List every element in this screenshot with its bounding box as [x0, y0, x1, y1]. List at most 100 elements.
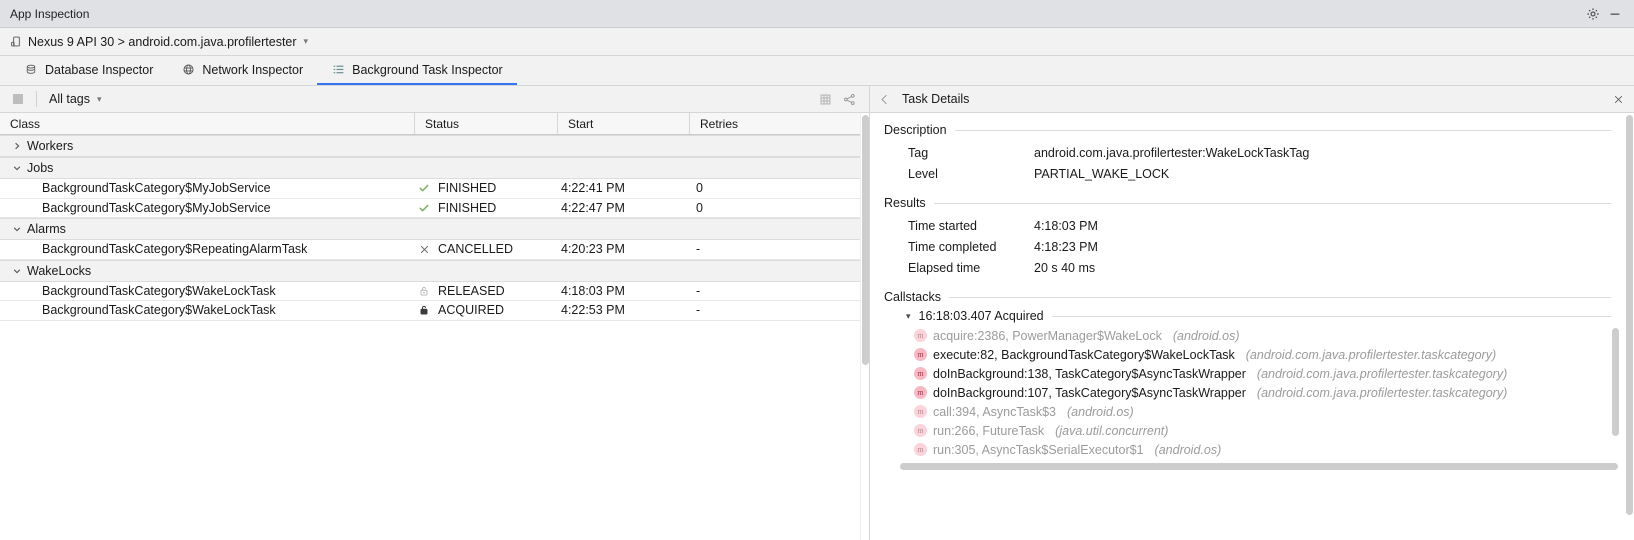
detail-row-tag: Tag android.com.java.profilertester:Wake…: [884, 142, 1611, 163]
table-group-row-wakelocks[interactable]: WakeLocks: [0, 260, 860, 282]
minimize-icon[interactable]: [1604, 3, 1626, 25]
chevron-down-icon[interactable]: [10, 225, 24, 233]
callstack-frame-list: m acquire:2386, PowerManager$WakeLock (a…: [884, 326, 1611, 459]
column-header-class[interactable]: Class: [0, 113, 415, 134]
status-label: RELEASED: [438, 284, 505, 298]
triangle-down-icon[interactable]: ▾: [906, 312, 911, 321]
group-label: Workers: [27, 139, 73, 153]
database-icon: [24, 63, 38, 77]
callstack-frame[interactable]: m acquire:2386, PowerManager$WakeLock (a…: [914, 326, 1611, 345]
close-icon[interactable]: [1608, 89, 1628, 109]
device-label: Nexus 9 API 30 > android.com.java.profil…: [28, 35, 297, 49]
cell-start: 4:18:03 PM: [558, 284, 690, 298]
detail-key: Time completed: [884, 240, 1034, 254]
status-label: FINISHED: [438, 181, 496, 195]
table-row[interactable]: BackgroundTaskCategory$MyJobService FINI…: [0, 179, 860, 199]
callstack-frame[interactable]: m call:394, AsyncTask$3 (android.os): [914, 402, 1611, 421]
table-row[interactable]: BackgroundTaskCategory$RepeatingAlarmTas…: [0, 240, 860, 260]
tag-filter-dropdown[interactable]: All tags ▾: [45, 92, 106, 106]
cell-class: BackgroundTaskCategory$MyJobService: [0, 201, 415, 215]
chevron-down-icon[interactable]: ▾: [304, 37, 309, 46]
detail-key: Time started: [884, 219, 1034, 233]
detail-row-level: Level PARTIAL_WAKE_LOCK: [884, 163, 1611, 184]
cell-start: 4:22:41 PM: [558, 181, 690, 195]
tab-database-inspector[interactable]: Database Inspector: [10, 56, 167, 85]
task-table-wrap: Class Status Start Retries Wor: [0, 113, 869, 540]
task-list-pane: All tags ▾: [0, 86, 870, 540]
task-details-content: Description Tag android.com.java.profile…: [870, 113, 1625, 540]
section-title: Results: [884, 196, 926, 210]
cell-retries: -: [690, 242, 860, 256]
graph-view-icon[interactable]: [837, 88, 861, 110]
stop-icon[interactable]: [8, 89, 28, 109]
gear-icon[interactable]: [1582, 3, 1604, 25]
group-cell: WakeLocks: [0, 264, 415, 278]
cell-status: FINISHED: [415, 181, 558, 195]
lock-closed-icon: [417, 303, 431, 317]
table-row[interactable]: BackgroundTaskCategory$MyJobService FINI…: [0, 199, 860, 219]
callstacks-section: Callstacks ▾ 16:18:03.407 Acquired m: [884, 290, 1611, 471]
table-view-icon[interactable]: [813, 88, 837, 110]
cell-class: BackgroundTaskCategory$RepeatingAlarmTas…: [0, 242, 415, 256]
section-title: Description: [884, 123, 947, 137]
tab-label: Background Task Inspector: [352, 63, 503, 77]
method-badge-icon: m: [914, 424, 927, 437]
group-cell: Workers: [0, 139, 415, 153]
section-rule: [1052, 316, 1611, 317]
callstack-horizontal-scrollbar[interactable]: [900, 462, 1611, 471]
tab-label: Network Inspector: [202, 63, 303, 77]
cell-retries: 0: [690, 201, 860, 215]
table-group-row-workers[interactable]: Workers: [0, 135, 860, 157]
table-group-row-alarms[interactable]: Alarms: [0, 218, 860, 240]
detail-key: Elapsed time: [884, 261, 1034, 275]
cell-retries: -: [690, 303, 860, 317]
toolbar-divider: [36, 91, 37, 107]
callstack-group-header[interactable]: ▾ 16:18:03.407 Acquired: [884, 309, 1611, 323]
table-row[interactable]: BackgroundTaskCategory$WakeLockTask: [0, 282, 860, 302]
x-icon: [417, 242, 431, 256]
table-row[interactable]: BackgroundTaskCategory$WakeLockTask ACQU…: [0, 301, 860, 321]
task-list-toolbar: All tags ▾: [0, 86, 869, 113]
chevron-down-icon[interactable]: [10, 164, 24, 172]
column-header-retries[interactable]: Retries: [690, 113, 860, 134]
task-table-vertical-scrollbar[interactable]: [860, 113, 869, 540]
tab-background-task-inspector[interactable]: Background Task Inspector: [317, 56, 517, 85]
task-details-vertical-scrollbar[interactable]: [1625, 113, 1634, 540]
status-label: CANCELLED: [438, 242, 513, 256]
callstack-scroll-area[interactable]: m acquire:2386, PowerManager$WakeLock (a…: [884, 326, 1611, 459]
frame-text: doInBackground:107, TaskCategory$AsyncTa…: [933, 386, 1246, 400]
device-selector-bar[interactable]: Nexus 9 API 30 > android.com.java.profil…: [0, 28, 1634, 56]
group-label: WakeLocks: [27, 264, 91, 278]
frame-text: doInBackground:138, TaskCategory$AsyncTa…: [933, 367, 1246, 381]
collapse-panel-icon[interactable]: [874, 89, 894, 109]
scrollbar-thumb[interactable]: [900, 463, 1618, 470]
callstack-frame[interactable]: m doInBackground:138, TaskCategory$Async…: [914, 364, 1611, 383]
cell-class: BackgroundTaskCategory$WakeLockTask: [0, 303, 415, 317]
table-group-row-jobs[interactable]: Jobs: [0, 157, 860, 179]
task-details-body: Description Tag android.com.java.profile…: [870, 113, 1634, 540]
table-body: Workers Jobs: [0, 135, 860, 540]
frame-package: (android.com.java.profilertester.taskcat…: [1246, 348, 1496, 362]
tab-network-inspector[interactable]: Network Inspector: [167, 56, 317, 85]
callstack-group-label: 16:18:03.407 Acquired: [919, 309, 1044, 323]
column-header-start[interactable]: Start: [558, 113, 690, 134]
scrollbar-thumb[interactable]: [1626, 115, 1633, 515]
frame-package: (java.util.concurrent): [1055, 424, 1168, 438]
frame-text: acquire:2386, PowerManager$WakeLock: [933, 329, 1162, 343]
callstack-frame[interactable]: m run:266, FutureTask (java.util.concurr…: [914, 421, 1611, 440]
cell-retries: 0: [690, 181, 860, 195]
task-details-header: Task Details: [870, 86, 1634, 113]
globe-icon: [181, 63, 195, 77]
callstack-frame[interactable]: m execute:82, BackgroundTaskCategory$Wak…: [914, 345, 1611, 364]
task-table: Class Status Start Retries Wor: [0, 113, 860, 540]
column-header-status[interactable]: Status: [415, 113, 558, 134]
frame-package: (android.com.java.profilertester.taskcat…: [1257, 386, 1507, 400]
method-badge-icon: m: [914, 443, 927, 456]
callstack-frame[interactable]: m doInBackground:107, TaskCategory$Async…: [914, 383, 1611, 402]
callstack-frame[interactable]: m run:305, AsyncTask$SerialExecutor$1 (a…: [914, 440, 1611, 459]
chevron-right-icon[interactable]: [10, 142, 24, 150]
scrollbar-thumb[interactable]: [862, 115, 869, 365]
callstack-vertical-scrollbar-thumb[interactable]: [1612, 328, 1619, 436]
cell-start: 4:22:53 PM: [558, 303, 690, 317]
chevron-down-icon[interactable]: [10, 267, 24, 275]
